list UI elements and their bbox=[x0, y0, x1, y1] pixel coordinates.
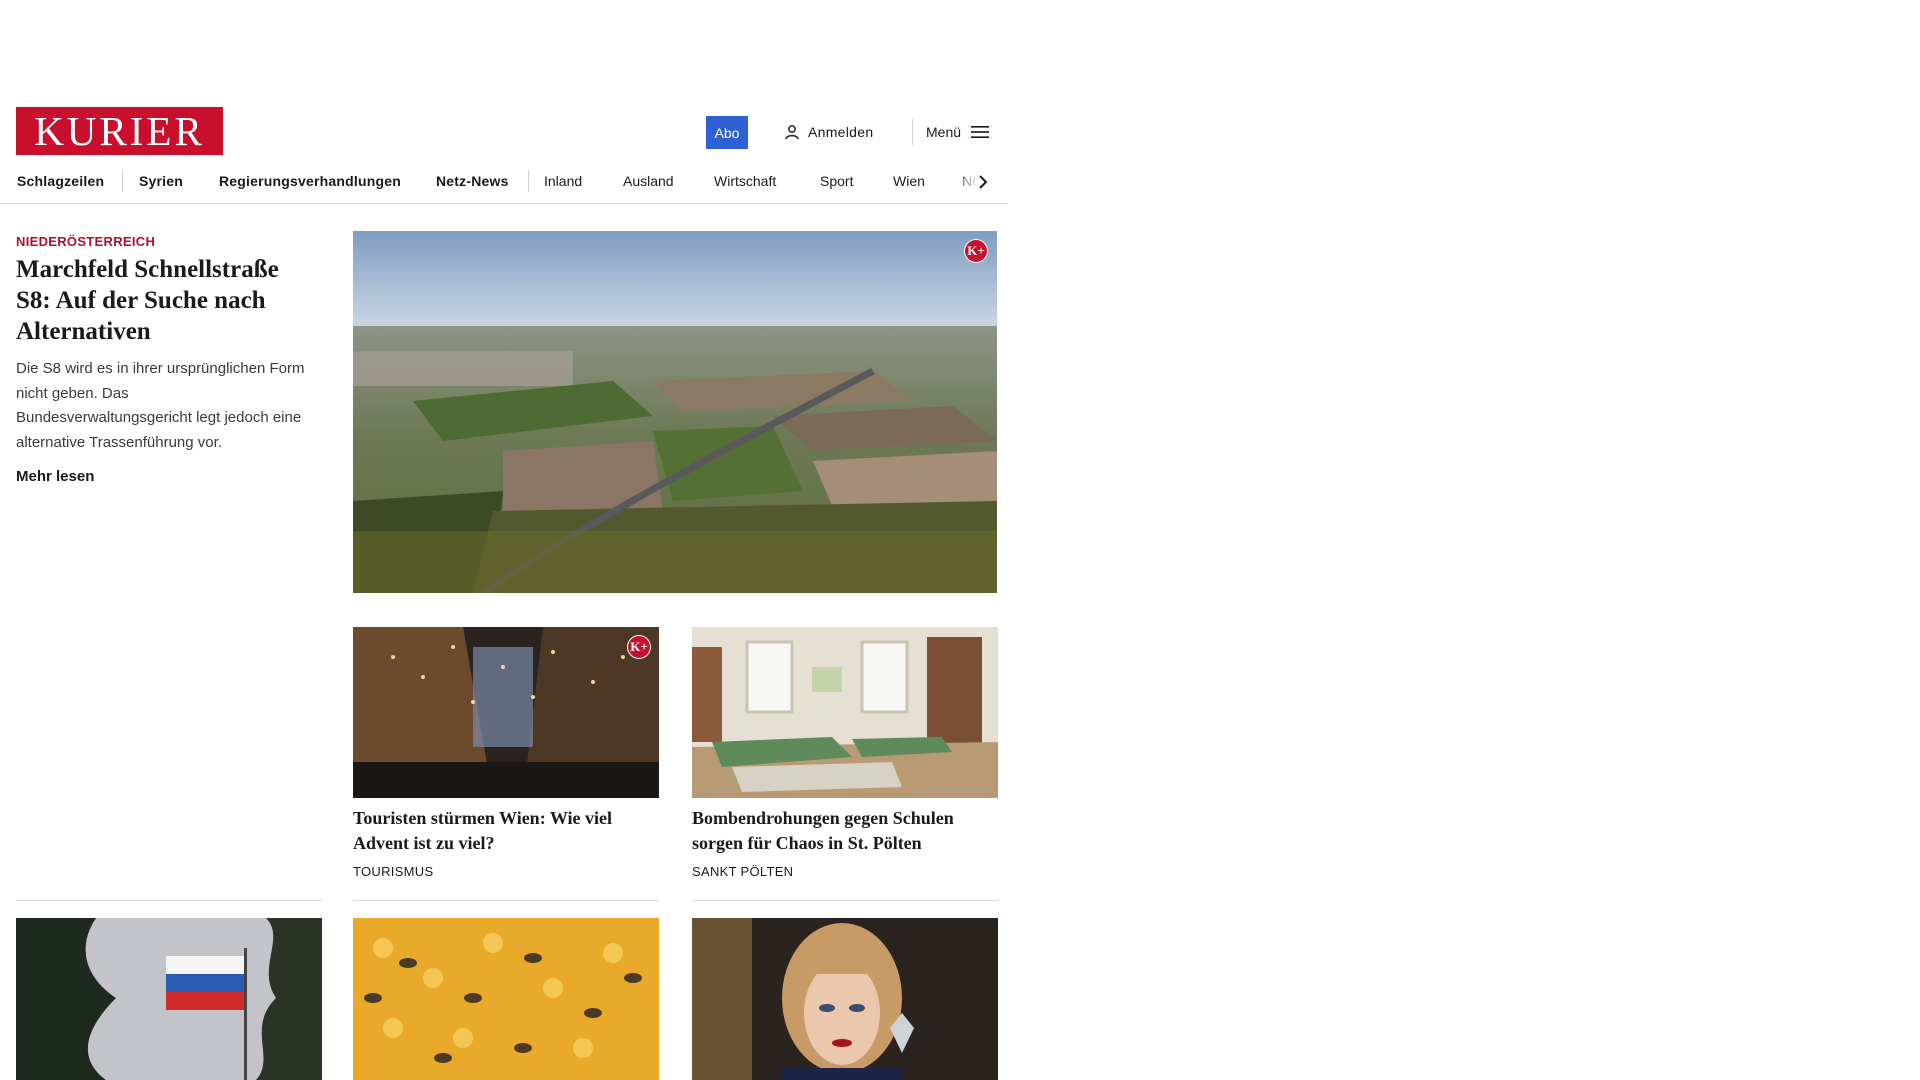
nav-item-syrien[interactable]: Syrien bbox=[139, 171, 183, 191]
classroom-photo bbox=[692, 627, 998, 798]
row-divider bbox=[353, 900, 659, 901]
row-divider bbox=[692, 900, 998, 901]
header-divider bbox=[912, 119, 913, 145]
nav-item-schlagzeilen[interactable]: Schlagzeilen bbox=[17, 171, 104, 191]
logo-text: KURIER bbox=[34, 107, 205, 154]
hamburger-icon bbox=[971, 126, 990, 138]
login-button[interactable]: Anmelden bbox=[784, 120, 873, 144]
card-image-schools[interactable] bbox=[692, 627, 998, 798]
premium-badge: K+ bbox=[964, 239, 988, 263]
read-more-link[interactable]: Mehr lesen bbox=[16, 468, 94, 485]
premium-badge-label: K+ bbox=[630, 639, 648, 654]
section-nav: Schlagzeilen Syrien Regierungsverhandlun… bbox=[0, 160, 1008, 204]
christmas-street-photo bbox=[353, 627, 659, 798]
nav-item-ausland[interactable]: Ausland bbox=[623, 171, 674, 191]
card-kicker-schools[interactable]: SANKT PÖLTEN bbox=[692, 864, 793, 879]
user-icon bbox=[785, 125, 799, 140]
lead-teaser: Die S8 wird es in ihrer ursprünglichen F… bbox=[16, 360, 305, 451]
card-kicker-tourism[interactable]: TOURISMUS bbox=[353, 864, 433, 879]
honeycomb-bees-photo bbox=[353, 918, 659, 1080]
nav-item-wirtschaft[interactable]: Wirtschaft bbox=[714, 171, 776, 191]
lead-kicker[interactable]: NIEDERÖSTERREICH bbox=[16, 234, 155, 249]
card-title-schools[interactable]: Bombendrohungen gegen Schulen sorgen für… bbox=[692, 806, 998, 855]
chevron-right-icon bbox=[979, 175, 988, 189]
kurier-logo[interactable]: KURIER bbox=[16, 107, 223, 155]
menu-button[interactable]: Menü bbox=[926, 120, 990, 144]
card-image-russia[interactable] bbox=[16, 918, 322, 1080]
lead-title[interactable]: Marchfeld Schnellstraße S8: Auf der Such… bbox=[16, 254, 316, 347]
nav-separator bbox=[528, 170, 529, 192]
singer-portrait-photo bbox=[692, 918, 998, 1080]
aerial-landscape-photo bbox=[353, 231, 997, 593]
login-label: Anmelden bbox=[808, 124, 874, 140]
premium-badge: K+ bbox=[627, 635, 651, 659]
nav-item-netz-news[interactable]: Netz-News bbox=[436, 171, 509, 191]
card-image-celebrity[interactable] bbox=[692, 918, 998, 1080]
nav-separator bbox=[122, 170, 123, 192]
russian-flag-photo bbox=[16, 918, 322, 1080]
abo-button[interactable]: Abo bbox=[706, 116, 748, 149]
lead-image[interactable]: K+ bbox=[353, 231, 997, 593]
nav-item-regierungsverhandlungen[interactable]: Regierungsverhandlungen bbox=[219, 171, 401, 191]
row-divider bbox=[16, 900, 322, 901]
nav-item-sport[interactable]: Sport bbox=[820, 171, 853, 191]
premium-badge-label: K+ bbox=[967, 243, 985, 258]
menu-label: Menü bbox=[926, 124, 962, 140]
nav-item-inland[interactable]: Inland bbox=[544, 171, 582, 191]
nav-item-wien[interactable]: Wien bbox=[893, 171, 925, 191]
card-title-tourism[interactable]: Touristen stürmen Wien: Wie viel Advent … bbox=[353, 806, 659, 855]
card-image-tourism[interactable]: K+ bbox=[353, 627, 659, 798]
nav-scroll-right-button[interactable] bbox=[973, 170, 993, 194]
card-image-bees[interactable] bbox=[353, 918, 659, 1080]
